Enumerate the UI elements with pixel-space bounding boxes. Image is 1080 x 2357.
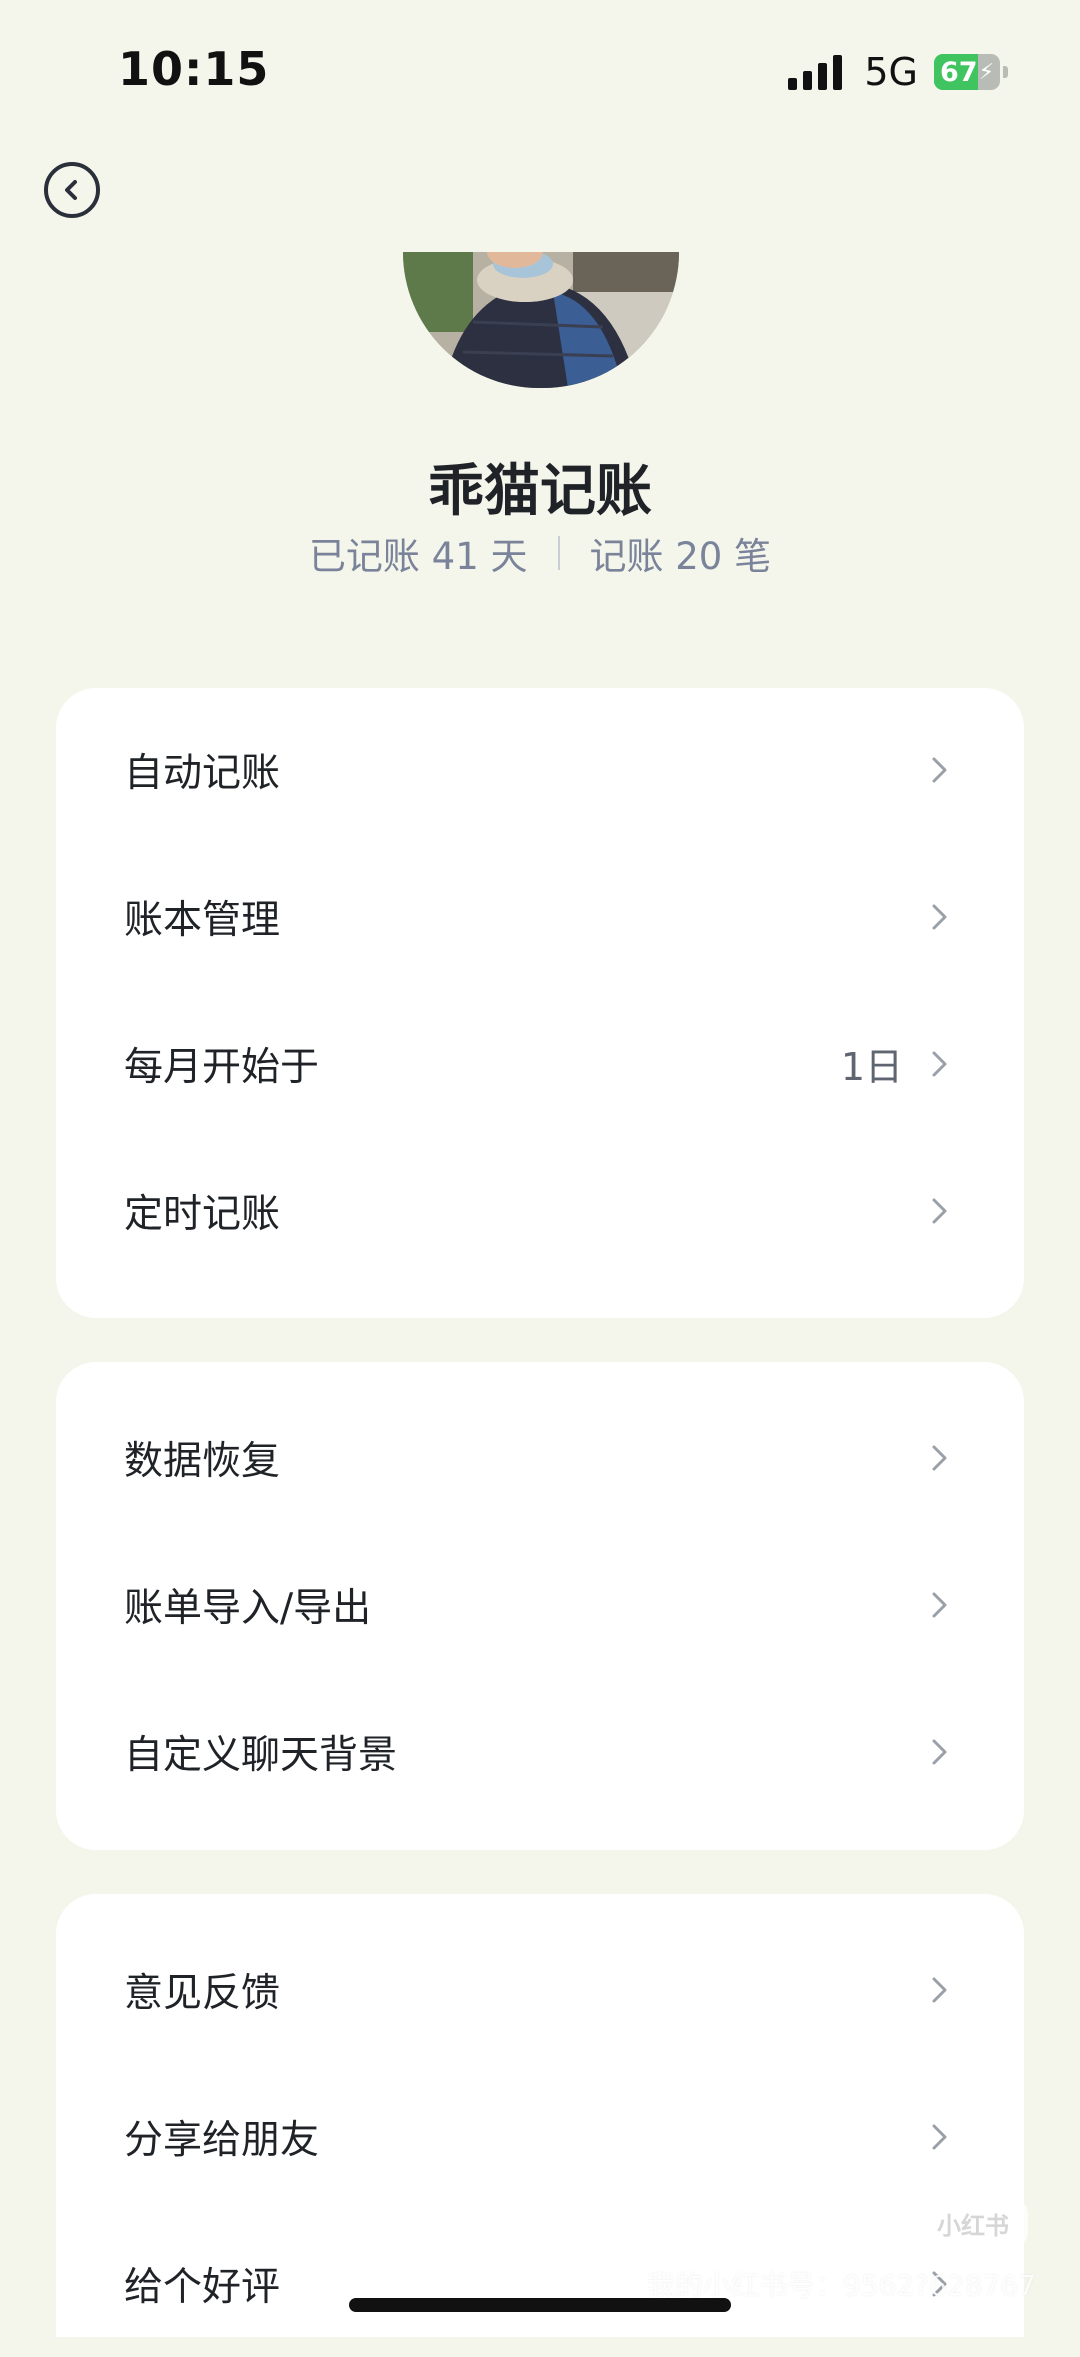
stats-divider [557, 536, 560, 570]
settings-card-2: 数据恢复 账单导入/导出 自定义聊天背景 [56, 1362, 1024, 1850]
chevron-right-icon [932, 757, 947, 782]
watermark-logo: 小红书 [918, 2198, 1028, 2248]
entries-recorded: 记账 20 笔 [589, 535, 772, 578]
menu-item-ledger-management[interactable]: 账本管理 [56, 843, 1024, 990]
chevron-right-icon [932, 1198, 947, 1223]
chevron-right-icon [932, 1977, 947, 2002]
network-type: 5G [864, 50, 918, 94]
chevron-right-icon [932, 1592, 947, 1617]
settings-card-1: 自动记账 账本管理 每月开始于 1日 定时记账 [56, 688, 1024, 1318]
chevron-right-icon [932, 1739, 947, 1764]
status-indicators: 5G 67 ⚡ [788, 50, 1008, 94]
avatar-photo [403, 252, 679, 388]
menu-item-label: 自动记账 [124, 750, 281, 796]
menu-item-label: 意见反馈 [124, 1970, 281, 2016]
cellular-signal-icon [788, 54, 843, 90]
menu-item-label: 账单导入/导出 [124, 1585, 372, 1631]
avatar[interactable] [403, 252, 679, 388]
menu-item-feedback[interactable]: 意见反馈 [56, 1916, 1024, 2063]
menu-item-custom-chat-background[interactable]: 自定义聊天背景 [56, 1678, 1024, 1825]
menu-item-label: 账本管理 [124, 897, 281, 943]
chevron-right-icon [932, 1051, 947, 1076]
menu-item-label: 定时记账 [124, 1191, 281, 1237]
menu-item-month-start[interactable]: 每月开始于 1日 [56, 990, 1024, 1137]
status-time: 10:15 [118, 42, 270, 96]
chevron-left-circle-icon [65, 180, 77, 200]
profile-name: 乖猫记账 [428, 459, 652, 524]
menu-item-scheduled-bookkeeping[interactable]: 定时记账 [56, 1137, 1024, 1284]
menu-item-auto-bookkeeping[interactable]: 自动记账 [56, 696, 1024, 843]
menu-item-bill-import-export[interactable]: 账单导入/导出 [56, 1531, 1024, 1678]
chevron-right-icon [932, 2124, 947, 2149]
days-recorded: 已记账 41 天 [308, 535, 528, 578]
status-bar: 10:15 5G 67 ⚡ [0, 0, 1080, 140]
chevron-right-icon [932, 1445, 947, 1470]
menu-item-data-recovery[interactable]: 数据恢复 [56, 1384, 1024, 1531]
month-start-value: 1日 [840, 1045, 903, 1089]
menu-item-label: 自定义聊天背景 [124, 1732, 398, 1778]
menu-item-label: 分享给朋友 [124, 2117, 320, 2163]
battery-level: 67 [940, 56, 978, 88]
back-button[interactable] [44, 162, 100, 218]
profile-stats: 已记账 41 天 记账 20 笔 [0, 526, 1080, 580]
menu-item-label: 数据恢复 [124, 1438, 281, 1484]
battery-cap [1003, 66, 1008, 78]
chevron-right-icon [932, 904, 947, 929]
battery-icon: 67 ⚡ [934, 54, 1000, 90]
charging-bolt-icon: ⚡ [978, 59, 995, 85]
menu-item-label: 每月开始于 [124, 1044, 320, 1090]
home-indicator[interactable] [349, 2298, 731, 2312]
menu-item-share-to-friends[interactable]: 分享给朋友 [56, 2063, 1024, 2210]
